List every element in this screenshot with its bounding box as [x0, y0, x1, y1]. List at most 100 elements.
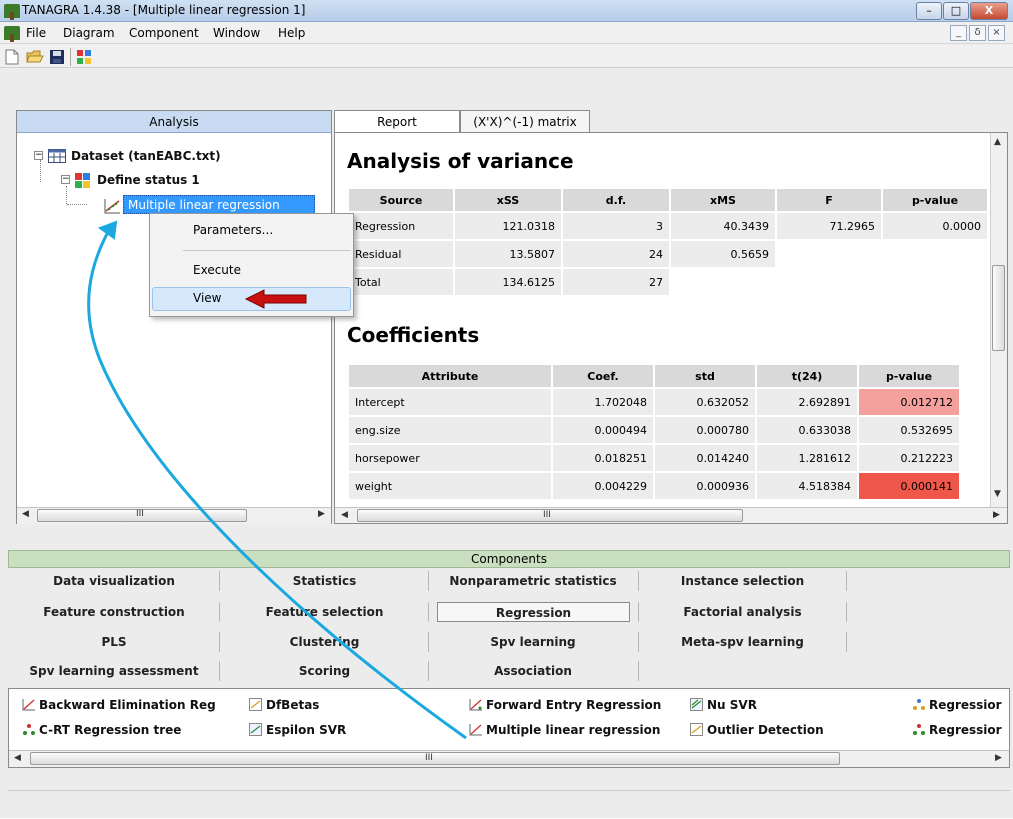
component-tab-association[interactable]: Association [431, 661, 635, 681]
component-multiple-linear-regression[interactable]: Multiple linear regression [469, 723, 660, 737]
scroll-down-icon[interactable]: ▼ [994, 489, 1001, 499]
tree-node-dataset[interactable]: Dataset (tanEABC.txt) [71, 149, 221, 163]
save-disk-icon[interactable] [49, 49, 65, 64]
coef-value: 0.000494 [553, 417, 653, 443]
component-tab-meta-spv-learning[interactable]: Meta-spv learning [640, 632, 845, 652]
anova-f: 71.2965 [777, 213, 881, 239]
tab-report[interactable]: Report [334, 110, 460, 134]
minimize-button[interactable]: – [916, 2, 942, 20]
component-tab-feature-construction[interactable]: Feature construction [10, 602, 218, 622]
component-forward-entry-regression[interactable]: Forward Entry Regression [469, 698, 661, 712]
anova-empty-cell [777, 241, 881, 267]
menu-help[interactable]: Help [278, 26, 305, 40]
mdi-close-button[interactable]: × [988, 25, 1005, 41]
component-nu-svr[interactable]: Nu SVR [690, 698, 757, 712]
menu-file[interactable]: File [26, 26, 46, 40]
component-tab-factorial-analysis[interactable]: Factorial analysis [640, 602, 845, 622]
close-button[interactable]: X [970, 2, 1008, 20]
coef-attribute: Intercept [349, 389, 551, 415]
scroll-up-icon[interactable]: ▲ [994, 137, 1001, 147]
components-puzzle-icon[interactable] [76, 49, 92, 64]
scroll-right-icon[interactable]: ▶ [318, 509, 325, 519]
menu-window[interactable]: Window [213, 26, 260, 40]
anova-xss: 134.6125 [455, 269, 561, 295]
component-tab-spv-learning-assessment[interactable]: Spv learning assessment [10, 661, 218, 681]
coef-pvalue: 0.000141 [859, 473, 959, 499]
scroll-right-icon[interactable]: ▶ [995, 753, 1002, 763]
tab-separator [428, 571, 429, 591]
component-espilon-svr[interactable]: Espilon SVR [249, 723, 346, 737]
table-row: eng.size 0.000494 0.000780 0.633038 0.53… [349, 417, 959, 443]
tab-xx-inverse-matrix[interactable]: (X'X)^(-1) matrix [460, 110, 590, 133]
table-row: Residual 13.5807 24 0.5659 [349, 241, 987, 267]
component-dfbetas[interactable]: DfBetas [249, 698, 319, 712]
anova-xms: 40.3439 [671, 213, 775, 239]
menu-item-parameters[interactable]: Parameters... [193, 223, 273, 237]
tree-collapse-toggle[interactable]: − [34, 151, 43, 160]
component-tab-instance-selection[interactable]: Instance selection [640, 571, 845, 591]
analysis-header: Analysis [17, 111, 331, 133]
mdi-minimize-button[interactable]: _ [950, 25, 967, 41]
coef-t: 1.281612 [757, 445, 857, 471]
coef-pvalue: 0.532695 [859, 417, 959, 443]
component-label: Espilon SVR [266, 723, 347, 737]
tree-node-multiple-linear-regression[interactable]: Multiple linear regression [123, 195, 315, 214]
tab-separator [638, 602, 639, 622]
component-tab-feature-selection[interactable]: Feature selection [222, 602, 427, 622]
coef-col-std: std [655, 365, 755, 387]
component-tab-scoring[interactable]: Scoring [222, 661, 427, 681]
open-folder-icon[interactable] [26, 49, 44, 64]
anova-col-xss: xSS [455, 189, 561, 211]
report-panel: Analysis of variance Source xSS d.f. xMS… [334, 132, 1008, 524]
component-backward-elimination[interactable]: Backward Elimination Reg [22, 698, 216, 712]
component-tab-clustering[interactable]: Clustering [222, 632, 427, 652]
mdi-restore-button[interactable]: ẟ [969, 25, 986, 41]
coef-std: 0.000936 [655, 473, 755, 499]
coef-table-wrap: Attribute Coef. std t(24) p-value Interc… [347, 363, 961, 501]
component-label: Multiple linear regression [486, 723, 661, 737]
anova-col-df: d.f. [563, 189, 669, 211]
component-scroll-thumb[interactable] [30, 752, 840, 765]
new-file-icon[interactable] [5, 49, 21, 65]
coef-value: 0.004229 [553, 473, 653, 499]
scroll-left-icon[interactable]: ◀ [14, 753, 21, 763]
menu-item-view[interactable]: View [193, 291, 221, 305]
tab-separator [638, 571, 639, 591]
coef-attribute: eng.size [349, 417, 551, 443]
component-regression-tree-a[interactable]: Regressior [912, 698, 1002, 712]
coef-std: 0.014240 [655, 445, 755, 471]
scroll-right-icon[interactable]: ▶ [993, 510, 1000, 520]
scroll-left-icon[interactable]: ◀ [341, 510, 348, 520]
anova-xss: 13.5807 [455, 241, 561, 267]
scroll-left-icon[interactable]: ◀ [22, 509, 29, 519]
component-tab-nonparametric-statistics[interactable]: Nonparametric statistics [431, 571, 635, 591]
report-vscroll-thumb[interactable] [992, 265, 1005, 351]
component-tab-statistics[interactable]: Statistics [222, 571, 427, 591]
component-regression-tree-b[interactable]: Regressior [912, 723, 1002, 737]
scroll-grip: III [425, 753, 433, 763]
regression-tree-icon [912, 698, 926, 711]
scroll-grip: III [543, 510, 551, 520]
coef-std: 0.632052 [655, 389, 755, 415]
tab-separator [638, 632, 639, 652]
status-bar [8, 790, 1010, 814]
anova-xss: 121.0318 [455, 213, 561, 239]
anova-col-source: Source [349, 189, 453, 211]
menu-item-execute[interactable]: Execute [193, 263, 241, 277]
define-status-puzzle-icon [74, 172, 92, 188]
component-tab-spv-learning[interactable]: Spv learning [431, 632, 635, 652]
maximize-button[interactable]: □ [943, 2, 969, 20]
component-tab-data-visualization[interactable]: Data visualization [10, 571, 218, 591]
tree-collapse-toggle[interactable]: − [61, 175, 70, 184]
table-row: Total 134.6125 27 [349, 269, 987, 295]
menu-component[interactable]: Component [129, 26, 199, 40]
component-crt-regression-tree[interactable]: C-RT Regression tree [22, 723, 181, 737]
tree-node-define-status[interactable]: Define status 1 [97, 173, 200, 187]
coef-pvalue: 0.212223 [859, 445, 959, 471]
component-tab-regression[interactable]: Regression [437, 602, 630, 622]
menu-diagram[interactable]: Diagram [63, 26, 115, 40]
component-outlier-detection[interactable]: Outlier Detection [690, 723, 824, 737]
anova-empty-cell [777, 269, 881, 295]
component-tab-pls[interactable]: PLS [10, 632, 218, 652]
anova-empty-cell [883, 269, 987, 295]
